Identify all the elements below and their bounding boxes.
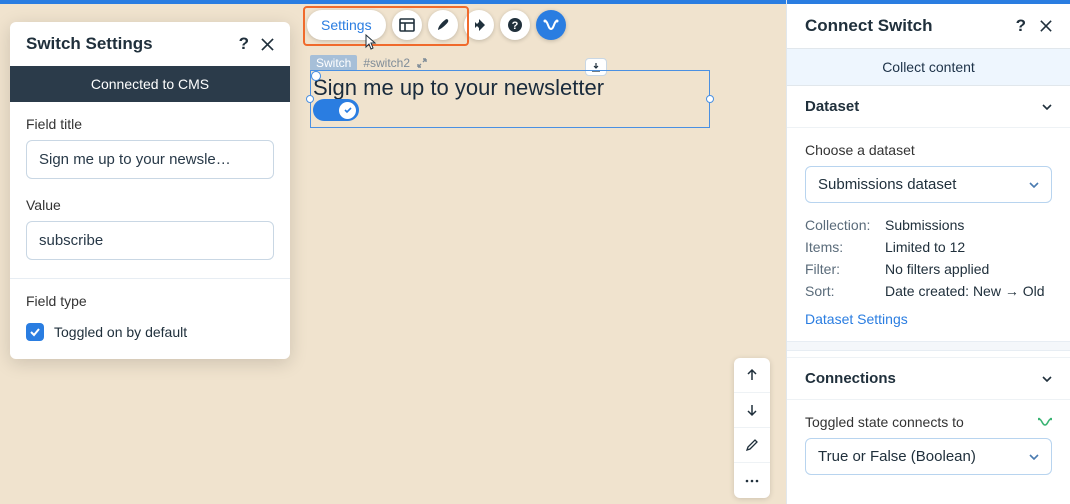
cms-banner: Connected to CMS (10, 66, 290, 102)
choose-dataset-label: Choose a dataset (805, 142, 1052, 158)
connections-section-header[interactable]: Connections (787, 357, 1070, 400)
arrow-down-icon[interactable] (734, 393, 770, 428)
help-icon[interactable]: ? (239, 34, 249, 54)
panel-title: Switch Settings (26, 34, 227, 54)
canvas-side-tools (734, 358, 770, 498)
pencil-icon[interactable] (734, 428, 770, 463)
connect-data-icon[interactable] (536, 10, 566, 40)
right-panel-title: Connect Switch (805, 16, 1002, 36)
element-type-label: Switch (310, 55, 357, 71)
floating-toolbar: Settings ? (307, 10, 566, 40)
collect-content-button[interactable]: Collect content (787, 48, 1070, 86)
element-tag: Switch #switch2 (310, 55, 428, 71)
selected-element[interactable]: Sign me up to your newsletter (310, 70, 710, 128)
design-icon[interactable] (428, 10, 458, 40)
layout-icon[interactable] (392, 10, 422, 40)
connects-to-select[interactable]: True or False (Boolean) (805, 438, 1052, 475)
dataset-settings-link[interactable]: Dataset Settings (805, 311, 1052, 341)
toggle-default-label: Toggled on by default (54, 324, 187, 340)
dataset-select[interactable]: Submissions dataset (805, 166, 1052, 203)
help-toolbar-icon[interactable]: ? (500, 10, 530, 40)
arrow-up-icon[interactable] (734, 358, 770, 393)
chevron-down-icon (1029, 454, 1039, 460)
help-icon[interactable]: ? (1016, 16, 1026, 36)
switch-label-text: Sign me up to your newsletter (313, 75, 604, 101)
dataset-section-header[interactable]: Dataset (787, 86, 1070, 128)
connects-to-label: Toggled state connects to (805, 414, 964, 430)
element-id-label: #switch2 (359, 56, 414, 70)
switch-toggle[interactable] (313, 99, 359, 121)
svg-text:?: ? (511, 20, 518, 32)
chevron-down-icon (1042, 104, 1052, 110)
dataset-meta: Collection:Submissions Items:Limited to … (805, 217, 1052, 299)
field-title-input[interactable]: Sign me up to your newsle… (26, 140, 274, 179)
expand-icon[interactable] (416, 57, 428, 69)
connect-switch-panel: Connect Switch ? Collect content Dataset… (786, 0, 1070, 504)
cursor-icon (361, 34, 377, 52)
chevron-down-icon (1029, 182, 1039, 188)
chevron-down-icon (1042, 376, 1052, 382)
field-title-label: Field title (26, 116, 274, 132)
animation-icon[interactable] (464, 10, 494, 40)
close-icon[interactable] (261, 38, 274, 51)
close-icon[interactable] (1040, 20, 1052, 32)
value-label: Value (26, 197, 274, 213)
switch-settings-panel: Switch Settings ? Connected to CMS Field… (10, 22, 290, 359)
connection-icon (1038, 416, 1052, 428)
toggle-default-checkbox[interactable] (26, 323, 44, 341)
value-input[interactable]: subscribe (26, 221, 274, 260)
field-type-label: Field type (26, 293, 274, 309)
more-icon[interactable] (734, 463, 770, 498)
